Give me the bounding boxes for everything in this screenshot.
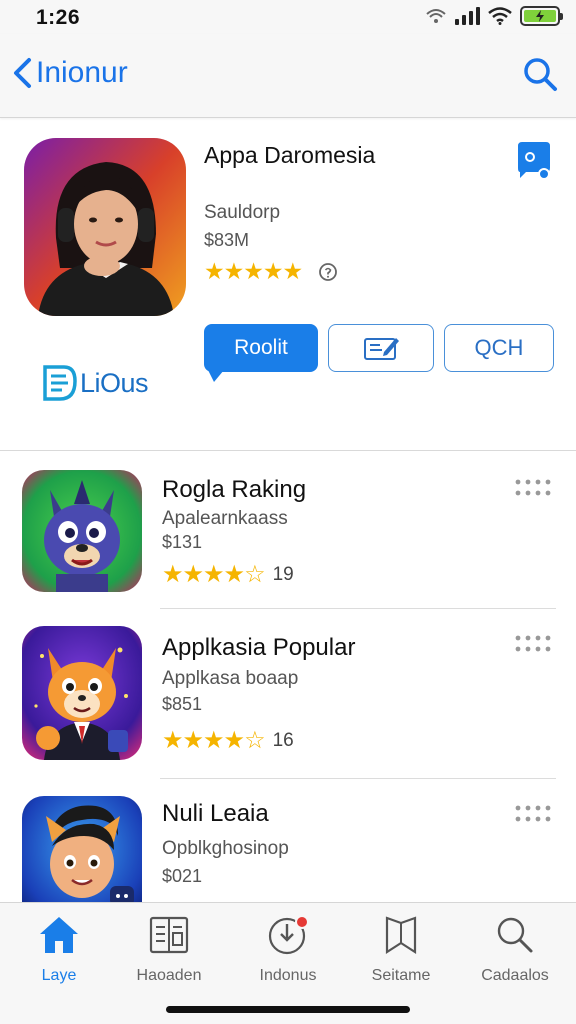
wifi-icon (488, 7, 512, 25)
person-portrait-image (24, 138, 186, 316)
home-icon (40, 917, 78, 953)
app-icon (22, 626, 142, 760)
search-icon (497, 917, 533, 953)
rating-count: 19 (272, 563, 294, 585)
more-options-button[interactable] (514, 804, 554, 829)
app-list-item[interactable]: Applkasia Popular Applkasa boaap $851 ★★… (0, 626, 576, 776)
tab-cadaalos[interactable]: Cadaalos (460, 913, 570, 985)
more-dots-icon (515, 635, 551, 652)
chat-badge-icon (518, 142, 550, 180)
app-subtitle: Opblkghosinop (162, 838, 289, 859)
featured-app-title: Appa Daromesia (204, 142, 376, 168)
featured-app-subtitle: Sauldorp (204, 202, 281, 223)
fox-businessman-image (22, 626, 142, 760)
brand-text: LiOus (80, 367, 149, 398)
tab-label: Haoaden (136, 967, 202, 984)
status-bar: 1:26 (0, 0, 576, 34)
more-dots-icon (515, 805, 551, 822)
app-title: Applkasia Popular (162, 634, 356, 661)
location-wifi-icon (426, 9, 446, 23)
app-list-item[interactable]: Nuli Leaia Opblkghosinop $021 (0, 796, 576, 902)
app-rating: ★★★★☆ 16 (162, 726, 294, 755)
back-label: Inionur (36, 56, 128, 89)
featured-app-rating: ★★★★★ (204, 258, 338, 285)
tab-label: Indonus (259, 967, 317, 984)
star-rating-icon: ★★★★☆ (162, 561, 266, 588)
status-icons (425, 6, 563, 26)
tab-home[interactable]: Laye (4, 913, 114, 985)
edit-note-icon (364, 338, 399, 360)
star-rating-icon: ★★★★★ (204, 258, 303, 284)
share-badge[interactable] (516, 142, 552, 187)
app-title: Rogla Raking (162, 476, 307, 503)
search-icon (524, 58, 557, 91)
edit-button[interactable] (328, 324, 434, 372)
star-rating-icon: ★★★★☆ (162, 727, 266, 754)
more-dots-icon (515, 479, 551, 496)
app-icon (22, 796, 142, 902)
get-button[interactable]: Roolit (204, 324, 318, 382)
charging-bolt-icon (536, 10, 544, 22)
home-indicator[interactable] (166, 1006, 410, 1013)
tab-label: Cadaalos (481, 967, 549, 984)
featured-app-price: $83M (204, 230, 250, 250)
brand-document-icon (43, 365, 77, 401)
chevron-left-icon (14, 58, 31, 88)
row-divider (160, 778, 556, 779)
app-rating: ★★★★☆ 19 (162, 560, 294, 589)
battery-icon (520, 6, 563, 26)
nav-bar: Inionur (0, 34, 576, 118)
app-subtitle: Apalearnkaass (162, 508, 288, 529)
featured-app: Appa Daromesia Sauldorp $83M ★★★★★ Rooli… (0, 118, 576, 450)
brand-logo: LiOus (42, 364, 149, 402)
featured-actions: Roolit QCH (204, 324, 554, 382)
search-button[interactable] (522, 56, 558, 97)
tab-seitame[interactable]: Seitame (346, 913, 456, 985)
more-options-button[interactable] (514, 478, 554, 503)
app-icon (22, 470, 142, 592)
cellular-signal-icon (455, 7, 480, 25)
tab-indonus[interactable]: Indonus (233, 913, 343, 985)
notification-badge (295, 915, 309, 929)
tab-label: Laye (41, 967, 77, 984)
app-price: $131 (162, 532, 203, 552)
more-options-button[interactable] (514, 634, 554, 659)
back-button[interactable]: Inionur (12, 56, 128, 90)
info-icon[interactable] (318, 262, 338, 282)
tab-label: Seitame (371, 967, 431, 984)
fox-character-image (22, 470, 142, 592)
rating-count: 16 (272, 729, 294, 751)
app-price: $021 (162, 866, 203, 886)
tab-haoaden[interactable]: Haoaden (114, 913, 224, 985)
document-icon (149, 916, 189, 954)
status-time: 1:26 (36, 6, 81, 29)
app-subtitle: Applkasa boaap (162, 668, 299, 689)
bookmark-icon (385, 916, 417, 955)
section-divider (0, 450, 576, 451)
boy-character-image (22, 796, 142, 902)
qch-button[interactable]: QCH (444, 324, 554, 372)
app-list-item[interactable]: Rogla Raking Apalearnkaass $131 ★★★★☆ 19 (0, 468, 576, 608)
row-divider (160, 608, 556, 609)
featured-app-icon[interactable] (24, 138, 186, 316)
app-title: Nuli Leaia (162, 800, 269, 827)
app-price: $851 (162, 694, 203, 714)
